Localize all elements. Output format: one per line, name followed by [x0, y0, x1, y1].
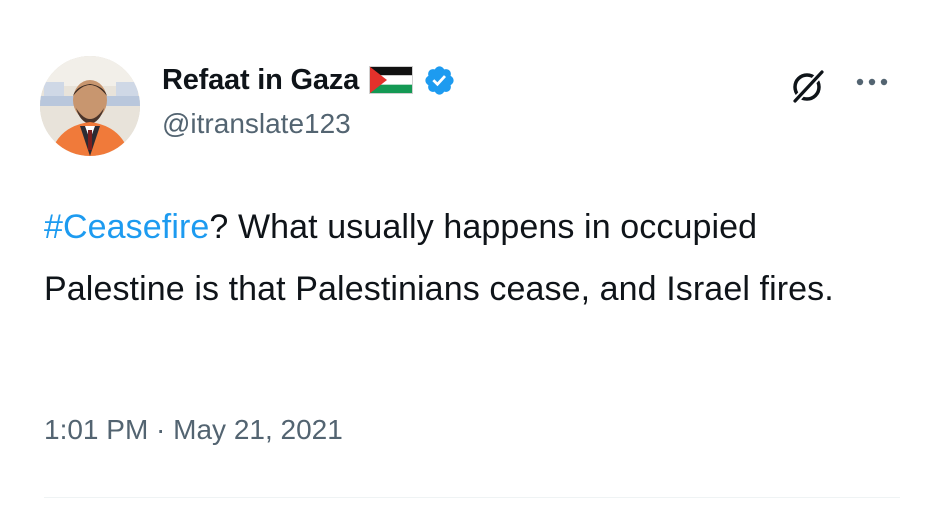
tweet-header: Refaat in Gaza @itranslate123 [162, 60, 456, 140]
divider [44, 497, 900, 498]
avatar[interactable] [40, 56, 140, 156]
verified-badge-icon[interactable] [423, 64, 456, 97]
tweet-card: Refaat in Gaza @itranslate123 #Ceasefire… [0, 0, 941, 509]
palestine-flag-icon [369, 66, 414, 94]
tweet-timestamp[interactable]: 1:01 PM · May 21, 2021 [44, 414, 343, 446]
hashtag-link[interactable]: #Ceasefire [44, 208, 209, 246]
tweet-text: #Ceasefire? What usually happens in occu… [44, 196, 864, 320]
display-name[interactable]: Refaat in Gaza [162, 64, 359, 97]
name-row: Refaat in Gaza [162, 60, 456, 100]
more-options-icon[interactable] [852, 74, 892, 90]
grok-icon[interactable] [788, 66, 828, 106]
avatar-image [40, 56, 140, 156]
author-handle[interactable]: @itranslate123 [162, 108, 456, 140]
